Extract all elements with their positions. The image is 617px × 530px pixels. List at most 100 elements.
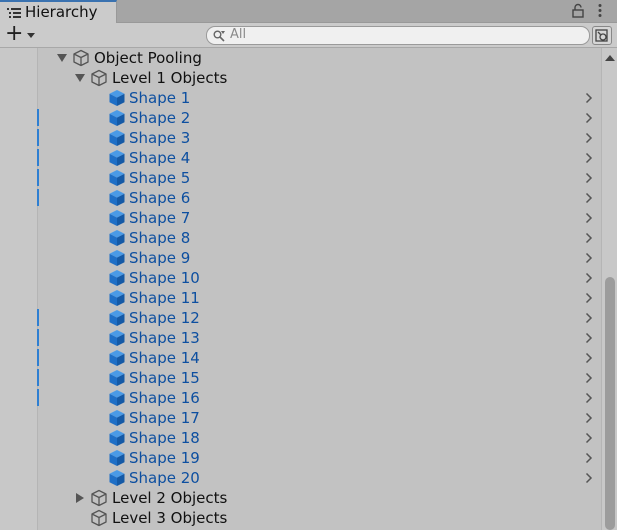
tree-row-label: Shape 2 bbox=[129, 109, 191, 127]
tree-row-shape[interactable]: Shape 14 bbox=[39, 348, 601, 368]
chevron-right-icon[interactable] bbox=[585, 412, 593, 424]
search-mode-button[interactable] bbox=[592, 26, 612, 45]
chevron-right-icon[interactable] bbox=[585, 432, 593, 444]
chevron-right-icon[interactable] bbox=[585, 352, 593, 364]
tree-row-shape[interactable]: Shape 12 bbox=[39, 308, 601, 328]
prefab-cube-icon bbox=[109, 150, 125, 166]
chevron-right-icon[interactable] bbox=[585, 192, 593, 204]
tree-row-shape[interactable]: Shape 7 bbox=[39, 208, 601, 228]
scroll-thumb[interactable] bbox=[605, 277, 615, 530]
vertical-scrollbar[interactable] bbox=[601, 48, 617, 530]
tree-row-shape[interactable]: Shape 15 bbox=[39, 368, 601, 388]
search-icon bbox=[213, 30, 225, 42]
tree-row-shape[interactable]: Shape 3 bbox=[39, 128, 601, 148]
tree-row-label: Level 1 Objects bbox=[112, 69, 228, 87]
tree-row-label: Shape 14 bbox=[129, 349, 200, 367]
plus-icon: + bbox=[5, 21, 24, 46]
chevron-right-icon[interactable] bbox=[585, 172, 593, 184]
tree-gutter bbox=[0, 48, 38, 530]
chevron-right-icon[interactable] bbox=[585, 112, 593, 124]
tree-row-level-1-objects[interactable]: Level 1 Objects bbox=[39, 68, 601, 88]
tree-row-label: Shape 16 bbox=[129, 389, 200, 407]
tree-row-label: Shape 6 bbox=[129, 189, 191, 207]
gameobject-icon bbox=[73, 49, 89, 67]
tree-row-label: Shape 3 bbox=[129, 129, 191, 147]
chevron-right-icon[interactable] bbox=[585, 392, 593, 404]
tree-row-shape[interactable]: Shape 17 bbox=[39, 408, 601, 428]
search-input[interactable]: All bbox=[230, 27, 246, 42]
tree-row-label: Shape 7 bbox=[129, 209, 191, 227]
list-icon bbox=[7, 8, 21, 18]
tree-row-shape[interactable]: Shape 20 bbox=[39, 468, 601, 488]
prefab-cube-icon bbox=[109, 390, 125, 406]
chevron-right-icon[interactable] bbox=[585, 312, 593, 324]
tree-row-label: Shape 1 bbox=[129, 89, 191, 107]
tree-row-object-pooling[interactable]: Object Pooling bbox=[39, 48, 601, 68]
tree-row-label: Shape 18 bbox=[129, 429, 200, 447]
prefab-cube-icon bbox=[109, 110, 125, 126]
chevron-right-icon[interactable] bbox=[585, 232, 593, 244]
chevron-down-icon bbox=[27, 33, 35, 38]
chevron-right-icon[interactable] bbox=[585, 252, 593, 264]
tree-row-shape[interactable]: Shape 13 bbox=[39, 328, 601, 348]
prefab-cube-icon bbox=[109, 330, 125, 346]
tree-row-shape[interactable]: Shape 4 bbox=[39, 148, 601, 168]
chevron-right-icon[interactable] bbox=[585, 272, 593, 284]
tree-row-label: Shape 20 bbox=[129, 469, 200, 487]
kebab-menu-icon[interactable] bbox=[595, 3, 605, 18]
chevron-right-icon[interactable] bbox=[585, 472, 593, 484]
gameobject-icon bbox=[91, 489, 107, 507]
prefab-cube-icon bbox=[109, 410, 125, 426]
prefab-cube-icon bbox=[109, 250, 125, 266]
tree-row-label: Shape 17 bbox=[129, 409, 200, 427]
tree-row-label: Shape 12 bbox=[129, 309, 200, 327]
hierarchy-toolbar: + All bbox=[0, 22, 617, 48]
add-object-button[interactable]: + bbox=[3, 22, 39, 46]
chevron-right-icon[interactable] bbox=[585, 152, 593, 164]
prefab-cube-icon bbox=[109, 470, 125, 486]
prefab-cube-icon bbox=[109, 290, 125, 306]
prefab-cube-icon bbox=[109, 430, 125, 446]
chevron-right-icon[interactable] bbox=[585, 92, 593, 104]
chevron-right-icon[interactable] bbox=[585, 212, 593, 224]
tree-row-shape[interactable]: Shape 16 bbox=[39, 388, 601, 408]
tree-row-label: Shape 19 bbox=[129, 449, 200, 467]
scroll-up-arrow-icon[interactable] bbox=[605, 55, 615, 61]
tree-row-shape[interactable]: Shape 9 bbox=[39, 248, 601, 268]
tree-row-shape[interactable]: Shape 5 bbox=[39, 168, 601, 188]
prefab-cube-icon bbox=[109, 370, 125, 386]
chevron-right-icon[interactable] bbox=[585, 132, 593, 144]
tree-row-shape[interactable]: Shape 1 bbox=[39, 88, 601, 108]
tree-row-level-2-objects[interactable]: Level 2 Objects bbox=[39, 488, 601, 508]
tree-row-shape[interactable]: Shape 2 bbox=[39, 108, 601, 128]
gameobject-icon bbox=[91, 509, 107, 527]
prefab-cube-icon bbox=[109, 170, 125, 186]
tree-row-label: Shape 10 bbox=[129, 269, 200, 287]
prefab-cube-icon bbox=[109, 270, 125, 286]
search-field[interactable]: All bbox=[206, 26, 590, 45]
tree-row-shape[interactable]: Shape 18 bbox=[39, 428, 601, 448]
tree-row-label: Shape 13 bbox=[129, 329, 200, 347]
collapse-arrow-icon[interactable] bbox=[75, 493, 85, 503]
tree-row-level-3-objects[interactable]: Level 3 Objects bbox=[39, 508, 601, 528]
prefab-cube-icon bbox=[109, 90, 125, 106]
chevron-right-icon[interactable] bbox=[585, 332, 593, 344]
tab-bar: Hierarchy bbox=[0, 0, 617, 24]
tree-row-label: Shape 4 bbox=[129, 149, 191, 167]
prefab-cube-icon bbox=[109, 350, 125, 366]
expand-arrow-icon[interactable] bbox=[75, 73, 85, 83]
tree-row-shape[interactable]: Shape 11 bbox=[39, 288, 601, 308]
tree-row-shape[interactable]: Shape 6 bbox=[39, 188, 601, 208]
tree-row-shape[interactable]: Shape 10 bbox=[39, 268, 601, 288]
tree-row-label: Level 3 Objects bbox=[112, 509, 228, 527]
lock-icon[interactable] bbox=[572, 3, 584, 18]
expand-arrow-icon[interactable] bbox=[57, 53, 67, 63]
chevron-right-icon[interactable] bbox=[585, 372, 593, 384]
chevron-right-icon[interactable] bbox=[585, 452, 593, 464]
chevron-right-icon[interactable] bbox=[585, 292, 593, 304]
tree-row-shape[interactable]: Shape 8 bbox=[39, 228, 601, 248]
tree-row-label: Shape 15 bbox=[129, 369, 200, 387]
prefab-cube-icon bbox=[109, 450, 125, 466]
tree-row-label: Shape 8 bbox=[129, 229, 191, 247]
tree-row-shape[interactable]: Shape 19 bbox=[39, 448, 601, 468]
